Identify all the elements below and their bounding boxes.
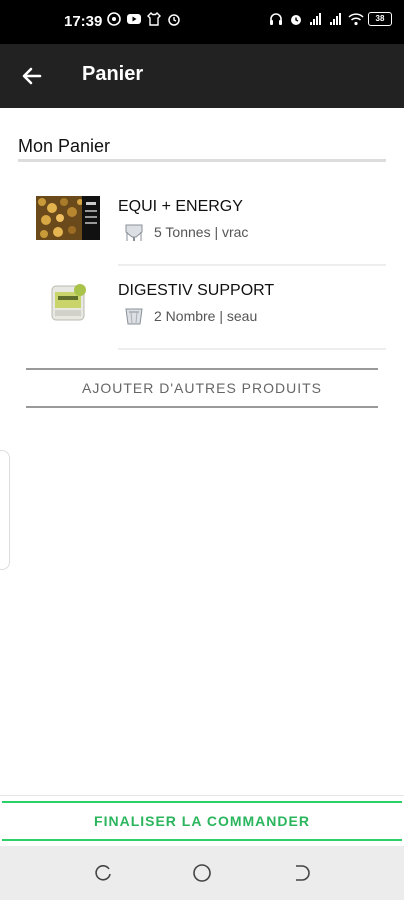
- headphones-icon: [268, 11, 284, 27]
- cart-item[interactable]: EQUI + ENERGY 5 Tonnes | vrac: [0, 182, 404, 266]
- status-right-icons: 38: [268, 11, 392, 27]
- product-meta: 5 Tonnes | vrac: [122, 222, 248, 242]
- back-nav-icon[interactable]: [290, 863, 310, 883]
- cart-item[interactable]: DIGESTIV SUPPORT 2 Nombre | seau: [0, 266, 404, 350]
- product-image: [36, 280, 100, 324]
- silo-icon: [122, 222, 146, 242]
- signal-icon: [328, 11, 344, 27]
- system-nav-bar: [0, 846, 404, 900]
- product-quantity: 5 Tonnes | vrac: [154, 224, 249, 240]
- recent-apps-icon[interactable]: [94, 863, 114, 883]
- status-time: 17:39: [64, 13, 103, 30]
- footer-divider: [0, 795, 404, 796]
- status-bar: 17:39 38: [0, 0, 404, 44]
- tshirt-icon: [146, 11, 162, 27]
- finalize-order-button[interactable]: FINALISER LA COMMANDER: [2, 801, 402, 841]
- product-image: [36, 196, 100, 240]
- item-divider: [118, 348, 386, 350]
- product-name: EQUI + ENERGY: [118, 198, 243, 215]
- side-drawer-handle[interactable]: [0, 450, 10, 570]
- cart-title-underline: [18, 159, 386, 162]
- page-title: Panier: [82, 63, 144, 85]
- bucket-icon: [122, 306, 146, 326]
- add-more-products-button[interactable]: AJOUTER D'AUTRES PRODUITS: [26, 368, 378, 408]
- status-left-icons: [106, 11, 182, 27]
- home-icon[interactable]: [192, 863, 212, 883]
- product-quantity: 2 Nombre | seau: [154, 308, 258, 324]
- youtube-icon: [126, 11, 142, 27]
- alarm-icon: [166, 11, 182, 27]
- cart-title: Mon Panier: [18, 136, 111, 156]
- signal-icon: [308, 11, 324, 27]
- app-bar: Panier: [0, 44, 404, 108]
- alarm-icon: [288, 11, 304, 27]
- product-name: DIGESTIV SUPPORT: [118, 282, 275, 299]
- arrow-left-icon[interactable]: [20, 64, 44, 88]
- wifi-icon: [348, 11, 364, 27]
- whatsapp-icon: [106, 11, 122, 27]
- product-meta: 2 Nombre | seau: [122, 306, 257, 326]
- battery-icon: 38: [368, 12, 392, 26]
